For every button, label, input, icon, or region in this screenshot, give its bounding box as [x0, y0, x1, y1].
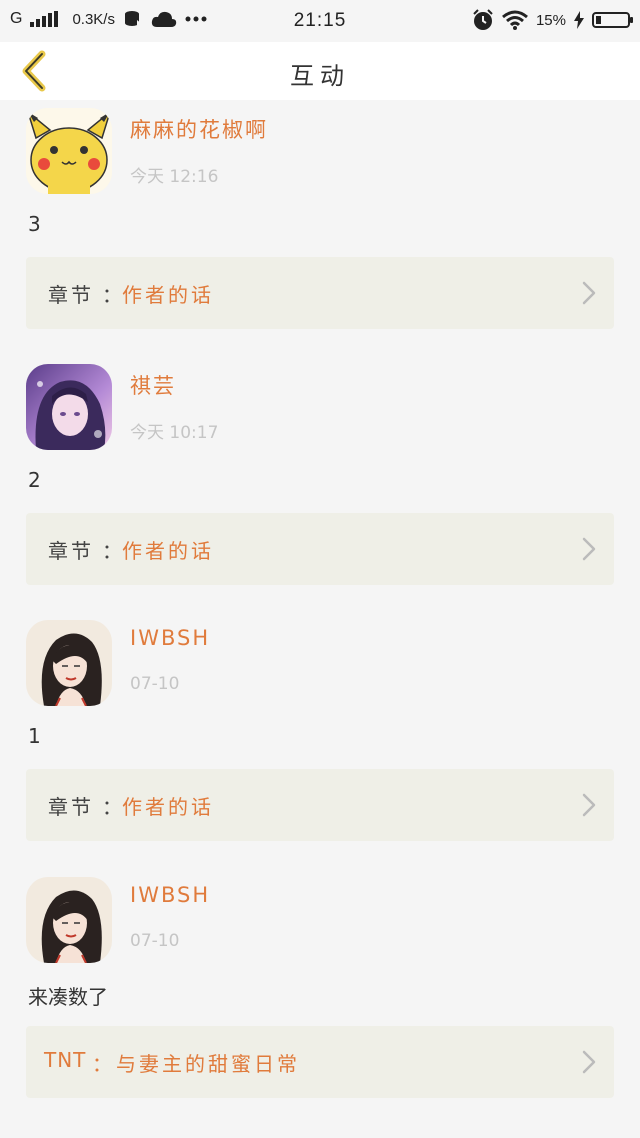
post-time: 今天 10:17: [130, 423, 219, 443]
sketch-girl-avatar: [26, 877, 112, 963]
alarm-icon: [473, 9, 493, 30]
username[interactable]: 麻麻的花椒啊: [130, 114, 268, 144]
post-content: 3: [28, 212, 41, 236]
chapter-link[interactable]: 章节 ： 作者的话: [26, 769, 614, 841]
charging-icon: [574, 11, 584, 29]
chapter-separator: ：: [102, 283, 122, 307]
nav-bar: 互动: [0, 42, 640, 100]
wifi-icon: [502, 10, 528, 30]
pikachu-avatar: [26, 108, 112, 194]
chapter-label: 章节: [48, 795, 94, 819]
chapter-separator: ：: [102, 539, 122, 563]
chapter-title: 作者的话: [122, 283, 214, 307]
avatar[interactable]: [26, 877, 112, 963]
avatar[interactable]: [26, 620, 112, 706]
anime-girl-avatar: [26, 364, 112, 450]
avatar[interactable]: [26, 108, 112, 194]
chapter-separator: ：: [92, 1052, 112, 1076]
chapter-title: 与妻主的甜蜜日常: [116, 1052, 300, 1076]
post-time: 今天 12:16: [130, 167, 219, 187]
interaction-feed[interactable]: 麻麻的花椒啊 今天 12:16 3 章节 ： 作者的话 祺芸 今天 10:17 …: [0, 100, 640, 1138]
post-content: 2: [28, 468, 41, 492]
chevron-right-icon: [582, 793, 596, 817]
post-time: 07-10: [130, 931, 180, 951]
username[interactable]: 祺芸: [130, 370, 176, 400]
chapter-label: 章节: [48, 283, 94, 307]
username[interactable]: IWBSH: [130, 883, 210, 907]
status-bar: G 0.3K/s 21:15 15%: [0, 0, 640, 42]
chapter-link[interactable]: TNT ： 与妻主的甜蜜日常: [26, 1026, 614, 1098]
chapter-label: TNT: [44, 1048, 87, 1072]
battery-percent: 15%: [535, 11, 566, 29]
chevron-right-icon: [582, 537, 596, 561]
chapter-link[interactable]: 章节 ： 作者的话: [26, 257, 614, 329]
chapter-title: 作者的话: [122, 539, 214, 563]
post-content: 来凑数了: [28, 985, 108, 1009]
chapter-separator: ：: [102, 795, 122, 819]
chevron-right-icon: [582, 1050, 596, 1074]
chapter-label: 章节: [48, 539, 94, 563]
username[interactable]: IWBSH: [130, 626, 210, 650]
battery-icon: [592, 12, 633, 28]
page-title: 互动: [290, 62, 350, 90]
sketch-girl-avatar: [26, 620, 112, 706]
post-content: 1: [28, 724, 41, 748]
post-time: 07-10: [130, 674, 180, 694]
avatar[interactable]: [26, 364, 112, 450]
chapter-title: 作者的话: [122, 795, 214, 819]
status-right: 15%: [472, 9, 633, 31]
chapter-link[interactable]: 章节 ： 作者的话: [26, 513, 614, 585]
chevron-right-icon: [582, 281, 596, 305]
